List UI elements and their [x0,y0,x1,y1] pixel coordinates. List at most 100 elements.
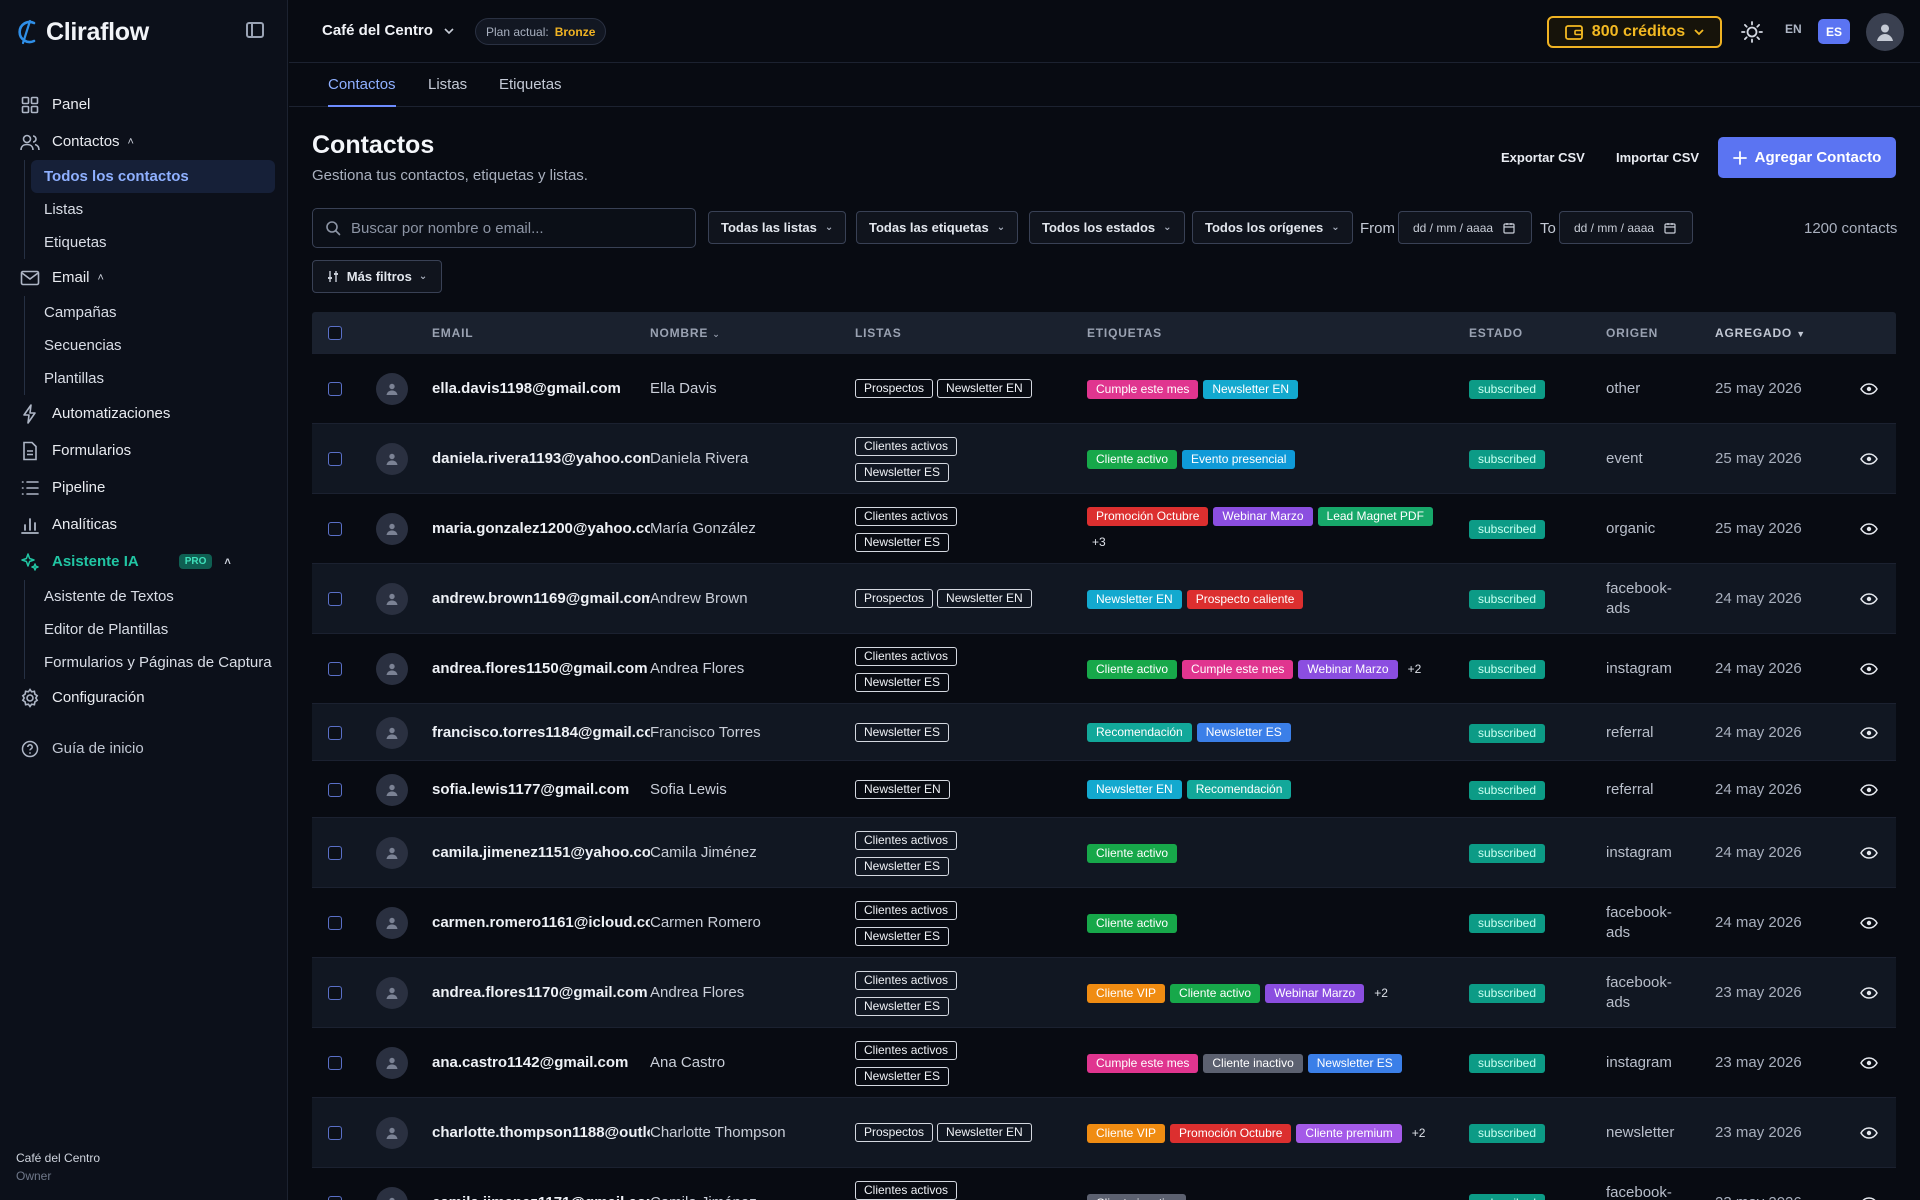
lang-es-button[interactable]: ES [1818,19,1850,44]
table-row[interactable]: charlotte.thompson1188@outlook.com Charlo… [312,1097,1896,1167]
sidebar-item-formularios[interactable]: Formularios [0,432,288,469]
row-checkbox[interactable] [328,986,342,1000]
export-csv-button[interactable]: Exportar CSV [1501,150,1585,165]
theme-toggle-sun-icon[interactable] [1740,20,1764,44]
table-row[interactable]: sofia.lewis1177@gmail.com Sofia Lewis News… [312,760,1896,817]
sidebar-subitem[interactable]: Campañas [25,296,288,329]
sidebar-item-contactos[interactable]: Contactos ˄ [0,123,288,160]
view-eye-icon[interactable] [1860,452,1878,465]
import-csv-button[interactable]: Importar CSV [1616,150,1699,165]
view-eye-icon[interactable] [1860,726,1878,739]
col-etiquetas[interactable]: ETIQUETAS [1087,326,1162,340]
col-listas[interactable]: LISTAS [855,326,902,340]
col-origen[interactable]: ORIGEN [1606,326,1658,340]
credits-button[interactable]: 800 créditos [1547,16,1722,48]
view-eye-icon[interactable] [1860,916,1878,929]
states-filter-dropdown[interactable]: Todos los estados ⌄ [1029,211,1185,244]
sidebar-item-guia-de-inicio[interactable]: Guía de inicio [0,730,288,767]
sidebar-subitem[interactable]: Etiquetas [25,226,288,259]
sidebar-subitem[interactable]: Asistente de Textos [25,580,288,613]
view-eye-icon[interactable] [1860,1126,1878,1139]
contact-email[interactable]: andrea.flores1150@gmail.com [432,660,648,677]
sidebar-subitem[interactable]: Formularios y Páginas de Captura [25,646,288,679]
table-row[interactable]: ella.davis1198@gmail.com Ella Davis Prospe… [312,353,1896,423]
table-row[interactable]: francisco.torres1184@gmail.com Francisco … [312,703,1896,760]
table-row[interactable]: camila.jimenez1151@yahoo.com Camila Jimén… [312,817,1896,887]
sidebar-subitem[interactable]: Editor de Plantillas [25,613,288,646]
contact-email[interactable]: andrea.flores1170@gmail.com [432,984,648,1001]
contact-email[interactable]: andrew.brown1169@gmail.com [432,590,654,607]
sidebar-item-asistente-ia[interactable]: Asistente IA PRO ˄ [0,543,288,580]
tags-filter-dropdown[interactable]: Todas las etiquetas ⌄ [856,211,1019,244]
row-checkbox[interactable] [328,382,342,396]
view-eye-icon[interactable] [1860,1196,1878,1200]
table-row[interactable]: ana.castro1142@gmail.com Ana Castro Client… [312,1027,1896,1097]
col-agregado[interactable]: AGREGADO ▼ [1715,326,1806,340]
contact-email[interactable]: sofia.lewis1177@gmail.com [432,781,629,798]
contact-email[interactable]: ella.davis1198@gmail.com [432,380,621,397]
contact-email[interactable]: ana.castro1142@gmail.com [432,1054,628,1071]
sidebar-item-email[interactable]: Email ˄ [0,259,288,296]
view-eye-icon[interactable] [1860,382,1878,395]
row-checkbox[interactable] [328,592,342,606]
tab-etiquetas[interactable]: Etiquetas [499,76,562,107]
search-input[interactable] [351,219,681,237]
view-eye-icon[interactable] [1860,846,1878,859]
tab-contactos[interactable]: Contactos [328,76,396,107]
more-filters-button[interactable]: Más filtros ⌄ [312,260,442,293]
col-nombre[interactable]: NOMBRE ⌄ [650,326,721,340]
table-row[interactable]: camila.jimenez1171@gmail.comCamila Jimén… [312,1167,1896,1200]
table-row[interactable]: daniela.rivera1193@yahoo.com Daniela Rive… [312,423,1896,493]
view-eye-icon[interactable] [1860,1056,1878,1069]
sidebar-subitem[interactable]: Listas [25,193,288,226]
user-avatar[interactable] [1866,13,1904,51]
sidebar-subitem[interactable]: Todos los contactos [31,160,275,193]
more-tags-count[interactable]: +2 [1403,660,1427,679]
view-eye-icon[interactable] [1860,783,1878,796]
contact-email[interactable]: camila.jimenez1151@yahoo.com [432,844,664,861]
table-row[interactable]: maria.gonzalez1200@yahoo.com María Gonzál… [312,493,1896,563]
lists-filter-dropdown[interactable]: Todas las listas ⌄ [708,211,847,244]
table-row[interactable]: andrea.flores1150@gmail.com Andrea Flores… [312,633,1896,703]
contact-email[interactable]: carmen.romero1161@icloud.com [432,914,668,931]
contact-email[interactable]: francisco.torres1184@gmail.com [432,724,667,741]
date-from-input[interactable]: dd / mm / aaaa [1398,211,1532,244]
sidebar-collapse-icon[interactable] [246,22,264,38]
sidebar-item-analiticas[interactable]: Analíticas [0,506,288,543]
workspace-info[interactable]: Café del Centro Owner [16,1151,100,1183]
table-row[interactable]: andrew.brown1169@gmail.com Andrew Brown Pr… [312,563,1896,633]
origins-filter-dropdown[interactable]: Todos los orígenes ⌄ [1192,211,1353,244]
date-to-input[interactable]: dd / mm / aaaa [1559,211,1693,244]
view-eye-icon[interactable] [1860,522,1878,535]
brand-logo[interactable]: Cliraflow [14,14,149,50]
sidebar-item-automatizaciones[interactable]: Automatizaciones [0,395,288,432]
tab-listas[interactable]: Listas [428,76,467,107]
table-row[interactable]: andrea.flores1170@gmail.com Andrea Flores… [312,957,1896,1027]
col-email[interactable]: EMAIL [432,326,473,340]
row-checkbox[interactable] [328,846,342,860]
add-contact-button[interactable]: Agregar Contacto [1718,137,1896,178]
row-checkbox[interactable] [328,725,342,740]
contact-email[interactable]: camila.jimenez1171@gmail.com [432,1194,659,1200]
more-tags-count[interactable]: +3 [1087,533,1111,552]
row-checkbox[interactable] [328,452,342,466]
row-checkbox[interactable] [328,1196,342,1200]
row-checkbox[interactable] [328,522,342,536]
select-all-checkbox[interactable] [328,326,342,340]
row-checkbox[interactable] [328,1126,342,1140]
more-tags-count[interactable]: +2 [1369,984,1393,1003]
row-checkbox[interactable] [328,662,342,676]
row-checkbox[interactable] [328,782,342,797]
lang-en-button[interactable]: EN [1785,22,1802,36]
row-checkbox[interactable] [328,1056,342,1070]
sidebar-subitem[interactable]: Plantillas [25,362,288,395]
row-checkbox[interactable] [328,916,342,930]
sidebar-item-configuracion[interactable]: Configuración [0,679,288,716]
col-estado[interactable]: ESTADO [1469,326,1523,340]
contact-email[interactable]: daniela.rivera1193@yahoo.com [432,450,655,467]
view-eye-icon[interactable] [1860,592,1878,605]
more-tags-count[interactable]: +2 [1407,1124,1431,1143]
view-eye-icon[interactable] [1860,662,1878,675]
contact-email[interactable]: maria.gonzalez1200@yahoo.com [432,520,667,537]
business-selector[interactable]: Café del Centro [322,22,455,39]
